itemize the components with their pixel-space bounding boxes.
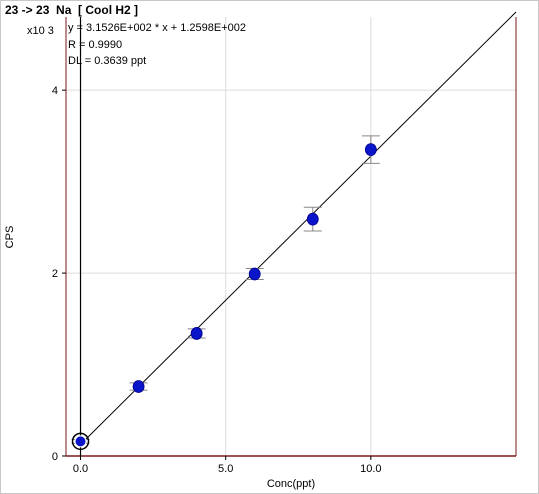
data-points[interactable] xyxy=(71,143,377,451)
y-multiplier-label: x10 3 xyxy=(27,25,54,37)
y-tick-label: 0 xyxy=(52,451,58,463)
detection-limit-text: DL = 0.3639 ppt xyxy=(68,55,146,67)
y-axis-label: CPS xyxy=(4,226,16,249)
data-point xyxy=(364,143,377,157)
chart-svg: 0.0 5.0 10.0 0 2 4 x10 3 y = 3.1526E+002 * x … xyxy=(4,11,517,490)
r-value-text: R = 0.9990 xyxy=(68,39,122,51)
tick-labels: 0.0 5.0 10.0 0 2 4 xyxy=(52,85,382,475)
data-point xyxy=(190,327,203,340)
x-tick-label: 0.0 xyxy=(73,463,88,475)
y-tick-label: 2 xyxy=(52,268,58,280)
data-point xyxy=(306,212,319,226)
x-tick-label: 10.0 xyxy=(360,463,381,475)
x-axis-label: Conc(ppt) xyxy=(267,478,315,490)
fit-line xyxy=(80,11,517,445)
y-tick-label: 4 xyxy=(52,85,58,97)
data-point xyxy=(248,267,261,281)
data-point xyxy=(132,380,145,393)
data-point xyxy=(74,435,87,448)
equation-text: y = 3.1526E+002 * x + 1.2598E+002 xyxy=(68,22,246,34)
x-tick-label: 5.0 xyxy=(218,463,233,475)
